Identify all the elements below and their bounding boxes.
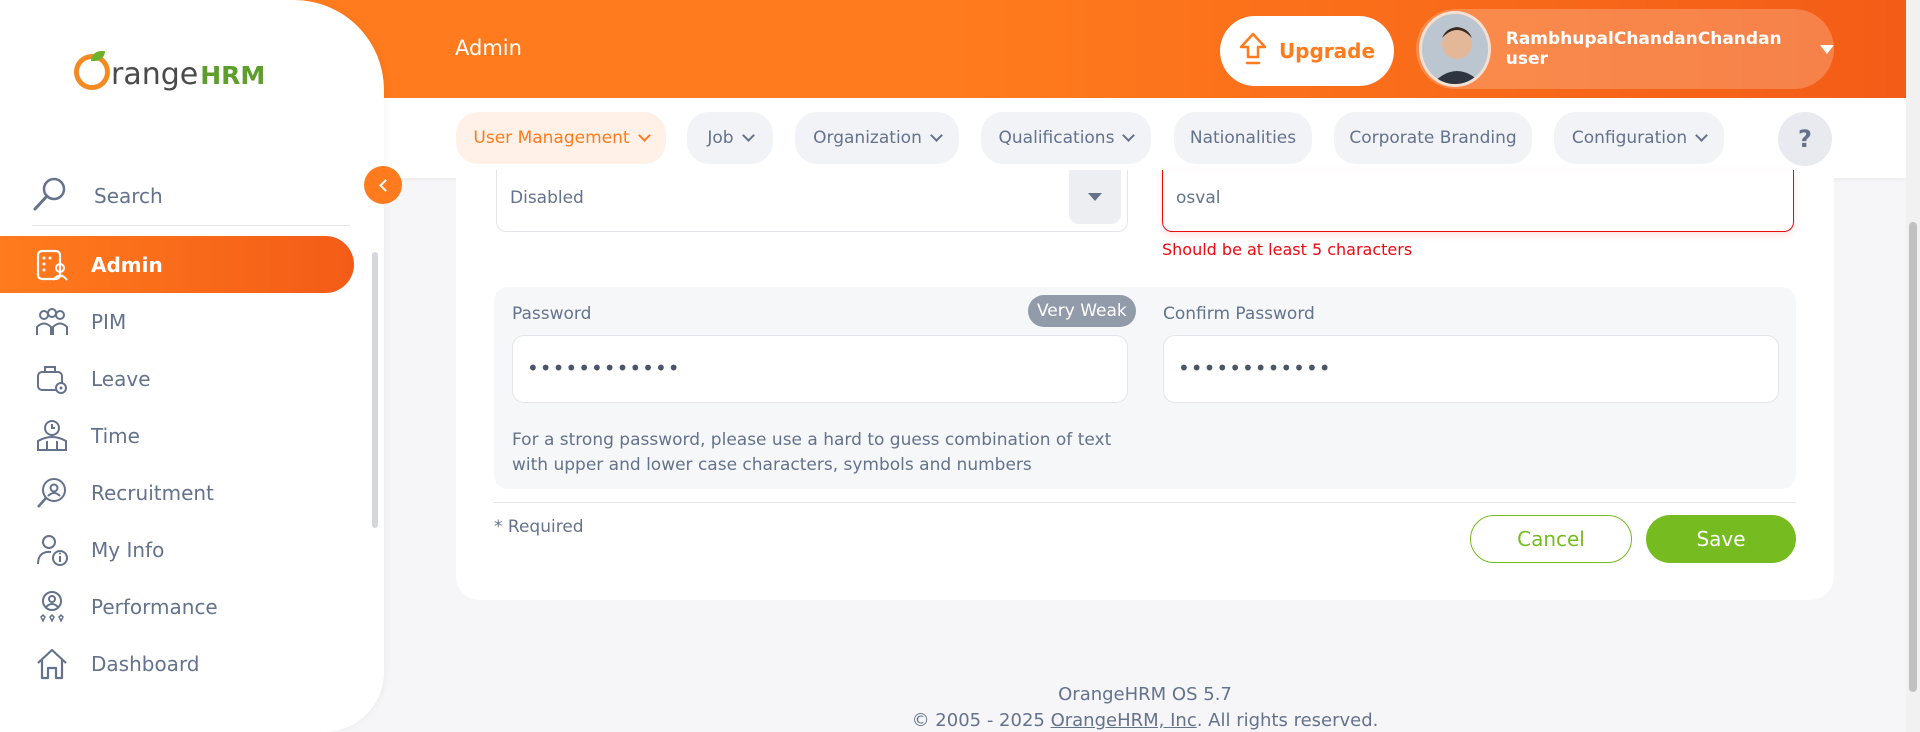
chevron-down-icon (929, 129, 943, 142)
chevron-left-icon (378, 178, 392, 192)
page-title: Admin (455, 36, 522, 60)
username-value: osval (1176, 188, 1221, 208)
sidebar-scroll-thumb[interactable] (372, 252, 378, 528)
copyright-prefix: © 2005 - 2025 (911, 710, 1051, 731)
pim-icon (32, 302, 72, 342)
search-icon (32, 176, 68, 216)
confirm-password-input[interactable]: •••••••••••• (1163, 335, 1779, 403)
performance-icon (32, 587, 72, 627)
nav-label: Organization (813, 128, 922, 148)
leave-icon (32, 359, 72, 399)
status-value: Disabled (510, 188, 584, 208)
nav-user-management[interactable]: User Management (456, 112, 666, 164)
confirm-password-label: Confirm Password (1163, 304, 1315, 324)
copyright-suffix: . All rights reserved. (1196, 710, 1379, 731)
nav-label: Nationalities (1189, 128, 1297, 148)
nav-label: User Management (473, 128, 630, 148)
upgrade-button[interactable]: Upgrade (1220, 16, 1394, 86)
nav-job[interactable]: Job (687, 112, 773, 164)
sidebar-item-pim[interactable]: PIM (0, 293, 354, 350)
sidebar-item-label: Admin (91, 252, 163, 277)
page-scrollbar[interactable] (1906, 0, 1920, 732)
required-note: * Required (494, 517, 584, 537)
sidebar-item-label: Performance (91, 594, 218, 619)
password-input[interactable]: •••••••••••• (512, 335, 1128, 403)
sidebar-item-label: My Info (91, 537, 165, 562)
sidebar-search[interactable]: Search (32, 166, 350, 226)
nav-label: Job (707, 128, 734, 148)
user-dropdown[interactable]: RambhupalChandanChandan user (1416, 9, 1834, 89)
sidebar: range HRM Search Admin PIM Leave Time Re… (0, 0, 384, 732)
nav-corporate-branding[interactable]: Corporate Branding (1334, 112, 1532, 164)
nav-label: Configuration (1571, 128, 1688, 148)
confirm-password-value: •••••••••••• (1178, 356, 1332, 380)
admin-icon (32, 245, 72, 285)
chevron-down-icon (1122, 129, 1136, 142)
collapse-sidebar-button[interactable] (364, 166, 402, 204)
password-hint: For a strong password, please use a hard… (512, 430, 1112, 475)
password-value: •••••••••••• (527, 356, 681, 380)
nav-label: Qualifications (998, 128, 1115, 148)
top-nav: User Management Job Organization Qualifi… (384, 98, 1906, 178)
nav-label: Corporate Branding (1349, 128, 1517, 148)
user-name: RambhupalChandanChandan user (1505, 29, 1782, 69)
sidebar-item-performance[interactable]: Performance (0, 578, 354, 635)
nav-qualifications[interactable]: Qualifications (981, 112, 1151, 164)
sidebar-scrollbar[interactable] (370, 248, 380, 688)
help-button[interactable]: ? (1778, 112, 1832, 166)
sidebar-item-dashboard[interactable]: Dashboard (0, 635, 354, 692)
select-arrow[interactable] (1069, 170, 1121, 224)
page-scroll-thumb[interactable] (1909, 222, 1917, 692)
my-info-icon (32, 530, 72, 570)
sidebar-item-my-info[interactable]: My Info (0, 521, 354, 578)
chevron-down-icon (1695, 129, 1709, 142)
status-select[interactable]: Disabled (496, 170, 1128, 232)
logo-text: range (111, 57, 199, 92)
dashboard-icon (32, 644, 72, 684)
sidebar-item-time[interactable]: Time (0, 407, 354, 464)
upgrade-label: Upgrade (1278, 39, 1376, 63)
logo-text-hrm: HRM (200, 61, 266, 90)
caret-down-icon (1820, 44, 1834, 54)
password-strength-badge: Very Weak (1028, 295, 1136, 327)
username-input[interactable]: osval (1162, 170, 1794, 232)
save-button[interactable]: Save (1646, 515, 1796, 563)
chevron-down-icon (637, 129, 651, 142)
sidebar-item-admin[interactable]: Admin (0, 236, 354, 293)
nav-organization[interactable]: Organization (795, 112, 959, 164)
password-label: Password (512, 304, 592, 324)
logo-orange-icon (74, 51, 110, 90)
sidebar-item-label: Time (91, 423, 140, 448)
orangehrm-logo: range HRM (74, 48, 265, 92)
nav-configuration[interactable]: Configuration (1554, 112, 1724, 164)
divider (494, 502, 1796, 503)
cancel-button[interactable]: Cancel (1470, 515, 1632, 563)
company-link[interactable]: OrangeHRM, Inc (1051, 710, 1197, 731)
sidebar-item-label: Recruitment (91, 480, 214, 505)
sidebar-item-leave[interactable]: Leave (0, 350, 354, 407)
sidebar-item-recruitment[interactable]: Recruitment (0, 464, 354, 521)
sidebar-item-label: Leave (91, 366, 151, 391)
username-error: Should be at least 5 characters (1162, 240, 1413, 259)
caret-down-icon (1088, 193, 1102, 201)
sidebar-item-label: Dashboard (91, 651, 200, 676)
nav-nationalities[interactable]: Nationalities (1174, 112, 1312, 164)
search-label: Search (94, 183, 163, 208)
recruitment-icon (32, 473, 72, 513)
chevron-down-icon (741, 129, 755, 142)
sidebar-item-label: PIM (91, 309, 127, 334)
avatar (1419, 11, 1491, 87)
time-icon (32, 416, 72, 456)
upgrade-arrow-icon (1239, 32, 1267, 70)
